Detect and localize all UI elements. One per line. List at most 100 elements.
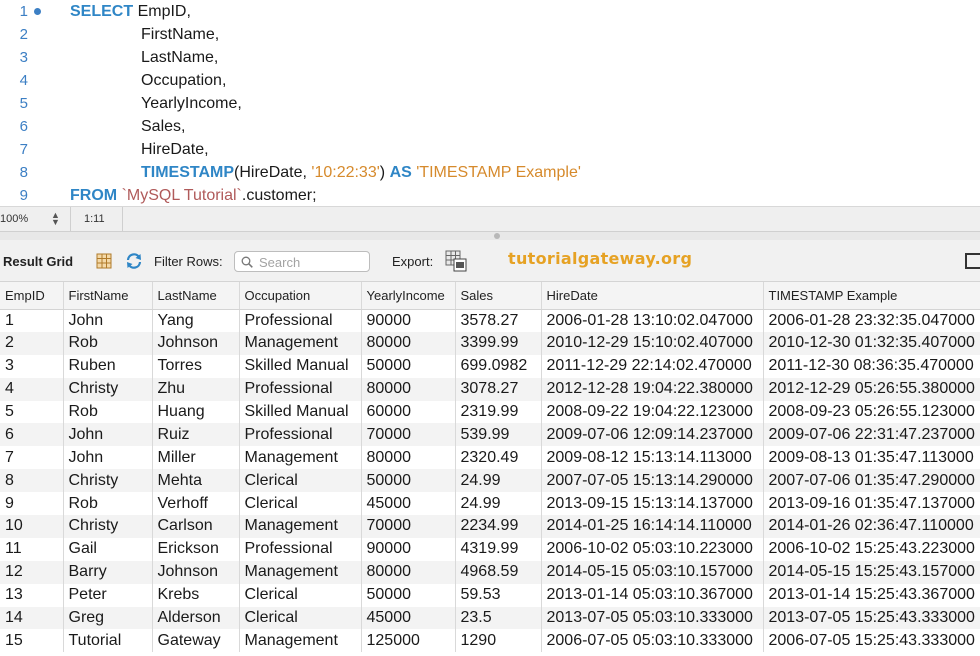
table-cell[interactable]: 2007-07-06 01:35:47.290000 (763, 469, 980, 493)
table-cell[interactable]: Erickson (152, 537, 240, 561)
table-cell[interactable]: 80000 (361, 331, 456, 355)
table-cell[interactable]: 2009-08-13 01:35:47.113000 (763, 446, 980, 470)
table-cell[interactable]: 2011-12-29 22:14:02.470000 (541, 354, 764, 378)
table-cell[interactable]: Christy (63, 377, 153, 401)
table-cell[interactable]: Management (239, 515, 362, 538)
table-cell[interactable]: 80000 (361, 446, 456, 470)
column-header[interactable]: TIMESTAMP Example (763, 282, 980, 310)
table-cell[interactable]: 2009-08-12 15:13:14.113000 (541, 446, 764, 470)
table-cell[interactable]: 2013-01-14 05:03:10.367000 (541, 583, 764, 607)
table-cell[interactable]: 2010-12-30 01:32:35.407000 (763, 331, 980, 355)
code-line[interactable]: 4 Occupation, (0, 69, 980, 92)
sql-editor[interactable]: 1 SELECT EmpID, 2 FirstName, 3 LastName, 4 Occu… (0, 0, 980, 206)
table-cell[interactable]: Krebs (152, 583, 240, 607)
table-cell[interactable]: Rob (63, 400, 153, 424)
table-cell[interactable]: 7 (0, 446, 64, 470)
code-line[interactable]: 1 SELECT EmpID, (0, 0, 980, 23)
table-row[interactable]: 15 Tutorial Gateway Management 125000 1290 200… (0, 629, 980, 653)
table-cell[interactable]: 2008-09-23 05:26:55.123000 (763, 400, 980, 424)
table-cell[interactable]: 2006-10-02 15:25:43.223000 (763, 537, 980, 561)
table-cell[interactable]: 2008-09-22 19:04:22.123000 (541, 400, 764, 424)
table-row[interactable]: 13 Peter Krebs Clerical 50000 59.53 2013-01-14… (0, 583, 980, 607)
table-cell[interactable]: 80000 (361, 377, 456, 401)
table-cell[interactable]: Gateway (152, 629, 240, 653)
table-cell[interactable]: 4319.99 (455, 537, 542, 561)
table-cell[interactable]: Zhu (152, 377, 240, 401)
table-cell[interactable]: 11 (0, 537, 64, 561)
table-cell[interactable]: 2234.99 (455, 515, 542, 538)
table-cell[interactable]: Rob (63, 492, 153, 516)
table-cell[interactable]: 3 (0, 354, 64, 378)
table-cell[interactable]: 59.53 (455, 583, 542, 607)
table-cell[interactable]: Peter (63, 583, 153, 607)
table-cell[interactable]: 2014-05-15 15:25:43.157000 (763, 560, 980, 584)
table-cell[interactable]: 45000 (361, 492, 456, 516)
table-cell[interactable]: 2014-01-25 16:14:14.110000 (541, 515, 764, 538)
table-cell[interactable]: John (63, 446, 153, 470)
table-cell[interactable]: Rob (63, 331, 153, 355)
table-cell[interactable]: 2013-07-05 15:25:43.333000 (763, 606, 980, 630)
table-cell[interactable]: 2009-07-06 22:31:47.237000 (763, 423, 980, 447)
table-cell[interactable]: 125000 (361, 629, 456, 653)
table-cell[interactable]: 12 (0, 560, 64, 584)
table-cell[interactable]: Clerical (239, 583, 362, 607)
code-line[interactable]: 2 FirstName, (0, 23, 980, 46)
table-row[interactable]: 4 Christy Zhu Professional 80000 3078.27 2012-… (0, 377, 980, 401)
table-cell[interactable]: 2006-07-05 15:25:43.333000 (763, 629, 980, 653)
table-cell[interactable]: Mehta (152, 469, 240, 493)
table-cell[interactable]: Professional (239, 537, 362, 561)
table-cell[interactable]: 2010-12-29 15:10:02.407000 (541, 331, 764, 355)
table-cell[interactable]: Management (239, 629, 362, 653)
export-icon[interactable] (445, 250, 467, 272)
table-cell[interactable]: Ruben (63, 354, 153, 378)
table-cell[interactable]: 90000 (361, 537, 456, 561)
breakpoint-dot-icon[interactable] (34, 8, 41, 15)
table-cell[interactable]: Alderson (152, 606, 240, 630)
table-cell[interactable]: Clerical (239, 606, 362, 630)
table-cell[interactable]: Carlson (152, 515, 240, 538)
table-cell[interactable]: 2006-01-28 23:32:35.047000 (763, 309, 980, 332)
code-line[interactable]: 9 FROM `MySQL Tutorial`.customer; (0, 184, 980, 207)
table-cell[interactable]: Johnson (152, 560, 240, 584)
table-cell[interactable]: 23.5 (455, 606, 542, 630)
column-header[interactable]: HireDate (541, 282, 764, 310)
code-line[interactable]: 5 YearlyIncome, (0, 92, 980, 115)
table-row[interactable]: 7 John Miller Management 80000 2320.49 2009-08… (0, 446, 980, 470)
zoom-stepper-icon[interactable]: ▲ ▼ (50, 211, 61, 227)
table-cell[interactable]: 3578.27 (455, 309, 542, 332)
table-cell[interactable]: 9 (0, 492, 64, 516)
table-cell[interactable]: 2013-01-14 15:25:43.367000 (763, 583, 980, 607)
table-row[interactable]: 14 Greg Alderson Clerical 45000 23.5 2013-07-0… (0, 606, 980, 630)
table-cell[interactable]: 5 (0, 400, 64, 424)
table-cell[interactable]: 6 (0, 423, 64, 447)
table-cell[interactable]: Christy (63, 515, 153, 538)
table-row[interactable]: 12 Barry Johnson Management 80000 4968.59 2014… (0, 560, 980, 584)
table-cell[interactable]: 699.0982 (455, 354, 542, 378)
table-cell[interactable]: 24.99 (455, 492, 542, 516)
table-cell[interactable]: 8 (0, 469, 64, 493)
table-row[interactable]: 2 Rob Johnson Management 80000 3399.99 2010-12… (0, 331, 980, 355)
table-cell[interactable]: 3399.99 (455, 331, 542, 355)
table-cell[interactable]: Management (239, 446, 362, 470)
table-cell[interactable]: Management (239, 560, 362, 584)
table-cell[interactable]: 80000 (361, 560, 456, 584)
table-row[interactable]: 11 Gail Erickson Professional 90000 4319.99 20… (0, 537, 980, 561)
table-cell[interactable]: 4 (0, 377, 64, 401)
table-cell[interactable]: 50000 (361, 354, 456, 378)
table-cell[interactable]: Professional (239, 309, 362, 332)
table-cell[interactable]: Huang (152, 400, 240, 424)
filter-search-input[interactable] (259, 254, 367, 270)
code-line[interactable]: 8 TIMESTAMP(HireDate, '10:22:33') AS 'TIM… (0, 161, 980, 184)
grid-view-icon[interactable] (96, 253, 112, 269)
table-row[interactable]: 6 John Ruiz Professional 70000 539.99 2009-07-… (0, 423, 980, 447)
table-cell[interactable]: 2006-07-05 05:03:10.333000 (541, 629, 764, 653)
table-row[interactable]: 3 Ruben Torres Skilled Manual 50000 699.0982 2… (0, 354, 980, 378)
table-cell[interactable]: Skilled Manual (239, 354, 362, 378)
table-cell[interactable]: 2013-09-15 15:13:14.137000 (541, 492, 764, 516)
panel-splitter[interactable] (0, 232, 980, 240)
table-cell[interactable]: 24.99 (455, 469, 542, 493)
table-row[interactable]: 5 Rob Huang Skilled Manual 60000 2319.99 2008-… (0, 400, 980, 424)
code-line[interactable]: 7 HireDate, (0, 138, 980, 161)
table-cell[interactable]: 2014-01-26 02:36:47.110000 (763, 515, 980, 538)
table-cell[interactable]: 1 (0, 309, 64, 332)
